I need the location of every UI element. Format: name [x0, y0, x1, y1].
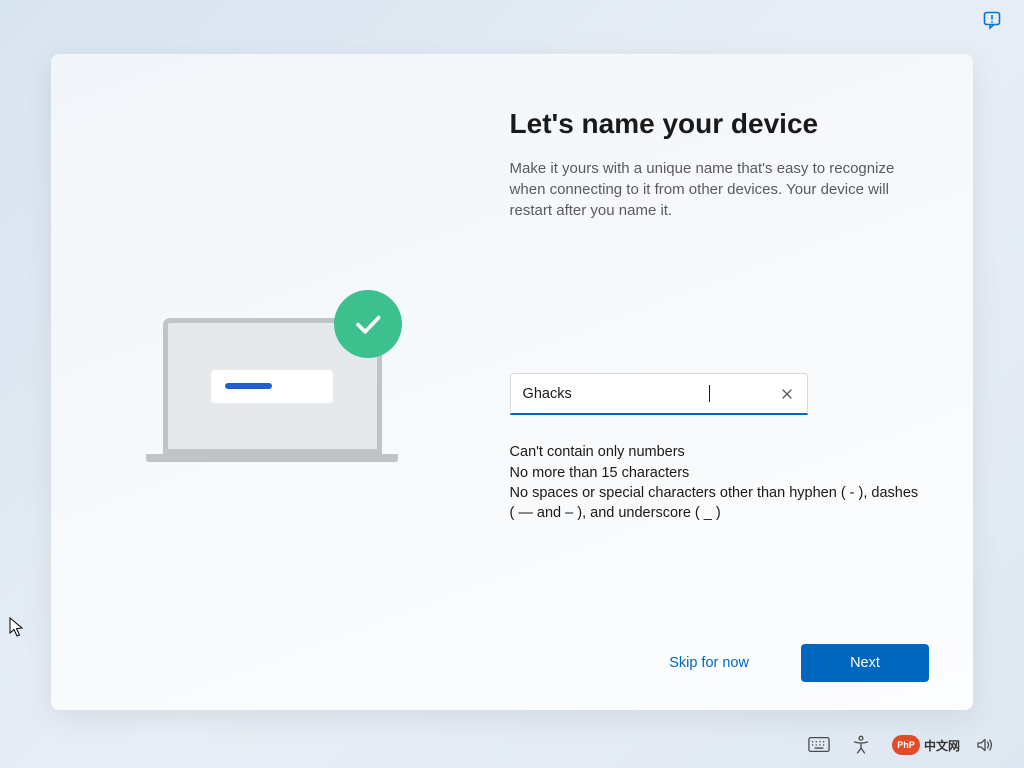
page-title: Let's name your device	[510, 108, 923, 140]
volume-icon[interactable]	[974, 734, 996, 756]
illustration-pane	[51, 54, 494, 710]
laptop-illustration	[146, 318, 398, 486]
watermark-badge: PhP 中文网	[892, 735, 960, 755]
accessibility-icon[interactable]	[850, 734, 872, 756]
footer-buttons: Skip for now Next	[643, 644, 929, 682]
rule-line: No spaces or special characters other th…	[510, 484, 923, 523]
rule-line: Can't contain only numbers	[510, 443, 923, 463]
content-pane: Let's name your device Make it yours wit…	[494, 54, 973, 710]
skip-button[interactable]: Skip for now	[643, 645, 775, 681]
watermark-text: 中文网	[924, 737, 960, 754]
php-icon: PhP	[892, 735, 920, 755]
device-name-field-wrap[interactable]	[510, 373, 808, 415]
checkmark-icon	[334, 290, 402, 358]
taskbar: PhP 中文网	[0, 734, 1014, 756]
keyboard-icon[interactable]	[808, 734, 830, 756]
page-description: Make it yours with a unique name that's …	[510, 158, 923, 221]
rule-line: No more than 15 characters	[510, 464, 923, 484]
clear-input-icon[interactable]	[779, 386, 795, 402]
feedback-icon[interactable]	[982, 10, 1002, 30]
setup-card: Let's name your device Make it yours wit…	[51, 54, 973, 710]
input-rules: Can't contain only numbers No more than …	[510, 443, 923, 523]
cursor-icon	[9, 617, 25, 639]
device-name-input[interactable]	[523, 386, 710, 402]
next-button[interactable]: Next	[801, 644, 929, 682]
